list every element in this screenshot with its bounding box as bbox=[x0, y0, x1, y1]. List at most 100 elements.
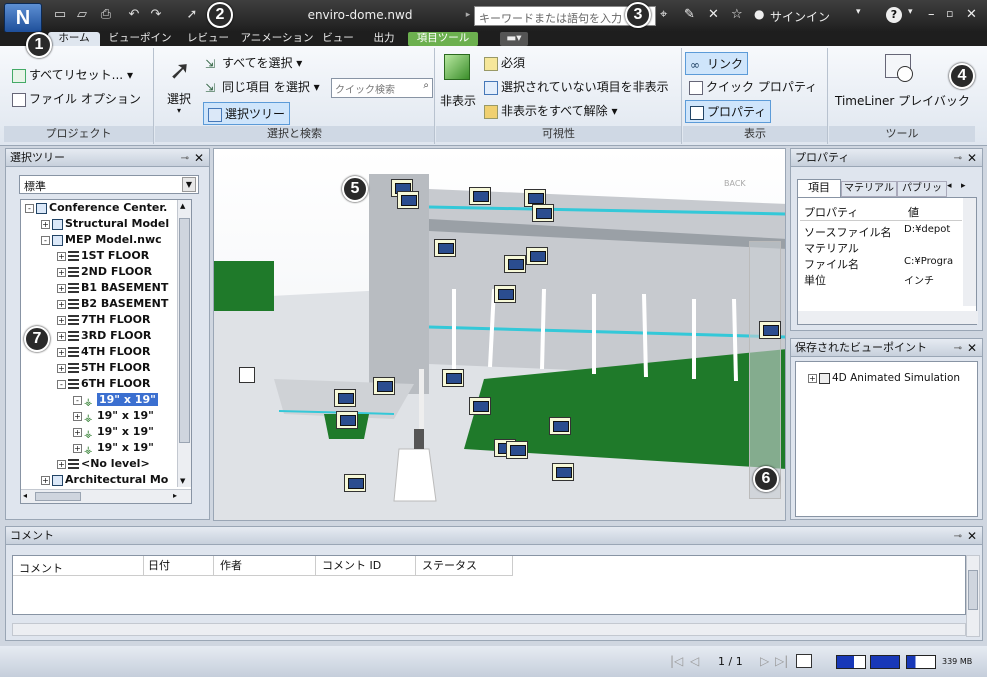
tree-item[interactable]: + B1 BASEMENT bbox=[21, 280, 191, 296]
hide-unselected-button[interactable]: 選択されていない項目を非表示 bbox=[484, 78, 669, 95]
close-window-icon[interactable]: ✕ bbox=[966, 7, 977, 22]
favorites-star-icon[interactable]: ☆ bbox=[731, 7, 743, 22]
tab-animation[interactable]: アニメーション bbox=[240, 32, 314, 46]
quick-properties-button[interactable]: クイック プロパティ bbox=[689, 78, 817, 95]
hide-cube-icon[interactable] bbox=[444, 54, 470, 80]
close-panel-icon[interactable]: ✕ bbox=[967, 150, 977, 167]
tree-item[interactable]: + <No level> bbox=[21, 456, 191, 472]
tag-marker[interactable] bbox=[552, 463, 574, 481]
expand-icon[interactable]: + bbox=[57, 331, 66, 341]
viewpoint-item[interactable]: +4D Animated Simulation bbox=[808, 372, 960, 384]
tag-marker[interactable] bbox=[434, 239, 456, 257]
open-file-icon[interactable]: ▱ bbox=[74, 7, 90, 23]
tree-item[interactable]: - 6TH FLOOR bbox=[21, 376, 191, 392]
tree-mode-select[interactable]: 標準 ▼ bbox=[19, 175, 199, 194]
pin-icon[interactable]: ⊸ bbox=[954, 528, 962, 545]
print-icon[interactable]: ⎙ bbox=[98, 7, 114, 23]
expand-icon[interactable]: + bbox=[41, 219, 50, 229]
pin-icon[interactable]: ⊸ bbox=[954, 340, 962, 357]
tab-item-properties[interactable]: 項目 bbox=[797, 179, 841, 197]
tag-marker[interactable] bbox=[759, 321, 781, 339]
tag-marker[interactable] bbox=[397, 191, 419, 209]
pin-icon[interactable]: ⊸ bbox=[181, 150, 189, 167]
expand-icon[interactable]: + bbox=[57, 267, 66, 277]
select-button[interactable]: 選択 bbox=[167, 90, 191, 107]
timeliner-playback-button[interactable]: TimeLiner プレイバック bbox=[835, 92, 970, 109]
tab-publish[interactable]: パブリッシ bbox=[897, 181, 947, 197]
expand-icon[interactable]: + bbox=[41, 475, 50, 485]
section-box-icon[interactable] bbox=[239, 367, 255, 383]
tab-scroll-left-icon[interactable]: ◂ bbox=[947, 181, 952, 191]
quick-find-search-icon[interactable]: ⌕ bbox=[423, 80, 429, 91]
collapse-icon[interactable]: - bbox=[73, 395, 82, 405]
tree-item[interactable]: +1ST FLOOR bbox=[21, 248, 191, 264]
properties-toggle[interactable]: プロパティ bbox=[685, 100, 772, 123]
tab-review[interactable]: レビュー bbox=[180, 32, 236, 46]
wrench-icon[interactable]: ✎ bbox=[684, 7, 695, 22]
tag-marker[interactable] bbox=[469, 187, 491, 205]
maximize-icon[interactable]: ▫ bbox=[946, 7, 953, 20]
select-same-button[interactable]: ⇲ 同じ項目 を選択 ▾ bbox=[205, 78, 320, 95]
dropdown-arrow-icon[interactable]: ▼ bbox=[182, 177, 196, 192]
tag-marker[interactable] bbox=[504, 255, 526, 273]
comments-scrollbar[interactable] bbox=[966, 555, 980, 637]
scroll-left-icon[interactable]: ◂ bbox=[23, 491, 27, 500]
close-panel-icon[interactable]: ✕ bbox=[194, 150, 204, 167]
select-dropdown-icon[interactable]: ▾ bbox=[177, 106, 181, 115]
comments-hscrollbar[interactable] bbox=[12, 623, 966, 636]
tag-marker[interactable] bbox=[373, 377, 395, 395]
signin-dropdown-icon[interactable]: ▾ bbox=[856, 7, 861, 17]
last-page-icon[interactable]: ▷| bbox=[775, 654, 788, 668]
required-button[interactable]: 必須 bbox=[484, 54, 525, 71]
tree-item[interactable]: - Conference Center. bbox=[21, 200, 191, 216]
tree-item[interactable]: + B2 BASEMENT bbox=[21, 296, 191, 312]
tree-item[interactable]: + ⚶ 19" x 19" bbox=[21, 440, 191, 456]
ribbon-options-icon[interactable]: ▬▾ bbox=[500, 32, 528, 46]
unhide-all-button[interactable]: 非表示をすべて解除 ▾ bbox=[484, 102, 618, 119]
tag-marker[interactable] bbox=[336, 411, 358, 429]
tree-item[interactable]: - ⚶ 19" x 19" bbox=[21, 392, 191, 408]
tree-item[interactable]: +5TH FLOOR bbox=[21, 360, 191, 376]
tree-item[interactable]: +7TH FLOOR bbox=[21, 312, 191, 328]
tree-item[interactable]: - MEP Model.nwc bbox=[21, 232, 191, 248]
scroll-right-icon[interactable]: ▸ bbox=[173, 491, 177, 500]
tree-item[interactable]: + ⚶ 19" x 19" bbox=[21, 424, 191, 440]
hide-button[interactable]: 非表示 bbox=[440, 92, 476, 109]
tab-view[interactable]: ビュー bbox=[318, 32, 358, 46]
expand-icon[interactable]: + bbox=[73, 411, 82, 421]
binoculars-icon[interactable]: ⌖ bbox=[660, 7, 667, 22]
tab-viewpoint[interactable]: ビューポイント bbox=[104, 32, 176, 57]
expand-icon[interactable]: + bbox=[57, 459, 66, 469]
tree-item[interactable]: +2ND FLOOR bbox=[21, 264, 191, 280]
properties-hscrollbar[interactable] bbox=[798, 311, 978, 324]
expand-icon[interactable]: + bbox=[57, 347, 66, 357]
reset-all-button[interactable]: すべてリセット... ▾ bbox=[12, 66, 133, 83]
collapse-icon[interactable]: - bbox=[25, 203, 34, 213]
expand-icon[interactable]: + bbox=[57, 363, 66, 373]
next-page-icon[interactable]: ▷ bbox=[760, 654, 769, 668]
col-comment[interactable]: コメント bbox=[19, 560, 63, 576]
quick-find-input[interactable]: クイック検索 ⌕ bbox=[331, 78, 433, 98]
file-options-button[interactable]: ファイル オプション bbox=[12, 90, 141, 107]
properties-scrollbar[interactable] bbox=[963, 198, 976, 306]
new-file-icon[interactable]: ▭ bbox=[52, 7, 68, 23]
tag-marker[interactable] bbox=[442, 369, 464, 387]
navigation-bar[interactable] bbox=[749, 241, 781, 499]
comments-scroll-thumb[interactable] bbox=[968, 570, 978, 610]
tab-material[interactable]: マテリアル bbox=[841, 181, 897, 197]
tag-marker[interactable] bbox=[334, 389, 356, 407]
links-toggle[interactable]: ∞ リンク bbox=[685, 52, 749, 75]
tag-marker[interactable] bbox=[344, 474, 366, 492]
3d-viewport[interactable]: BACK bbox=[213, 148, 786, 521]
tree-item[interactable]: + ⚶ 19" x 19" bbox=[21, 408, 191, 424]
tag-marker[interactable] bbox=[469, 397, 491, 415]
tag-marker[interactable] bbox=[506, 441, 528, 459]
expand-icon[interactable]: + bbox=[57, 283, 66, 293]
pin-icon[interactable]: ⊸ bbox=[954, 150, 962, 167]
select-all-button[interactable]: ⇲ すべてを選択 ▾ bbox=[205, 54, 302, 71]
tree-hscroll-thumb[interactable] bbox=[35, 492, 81, 501]
tree-vertical-scrollbar[interactable]: ▲ ▼ bbox=[177, 200, 191, 487]
expand-icon[interactable]: + bbox=[57, 299, 66, 309]
tag-marker[interactable] bbox=[526, 247, 548, 265]
tag-marker[interactable] bbox=[494, 285, 516, 303]
